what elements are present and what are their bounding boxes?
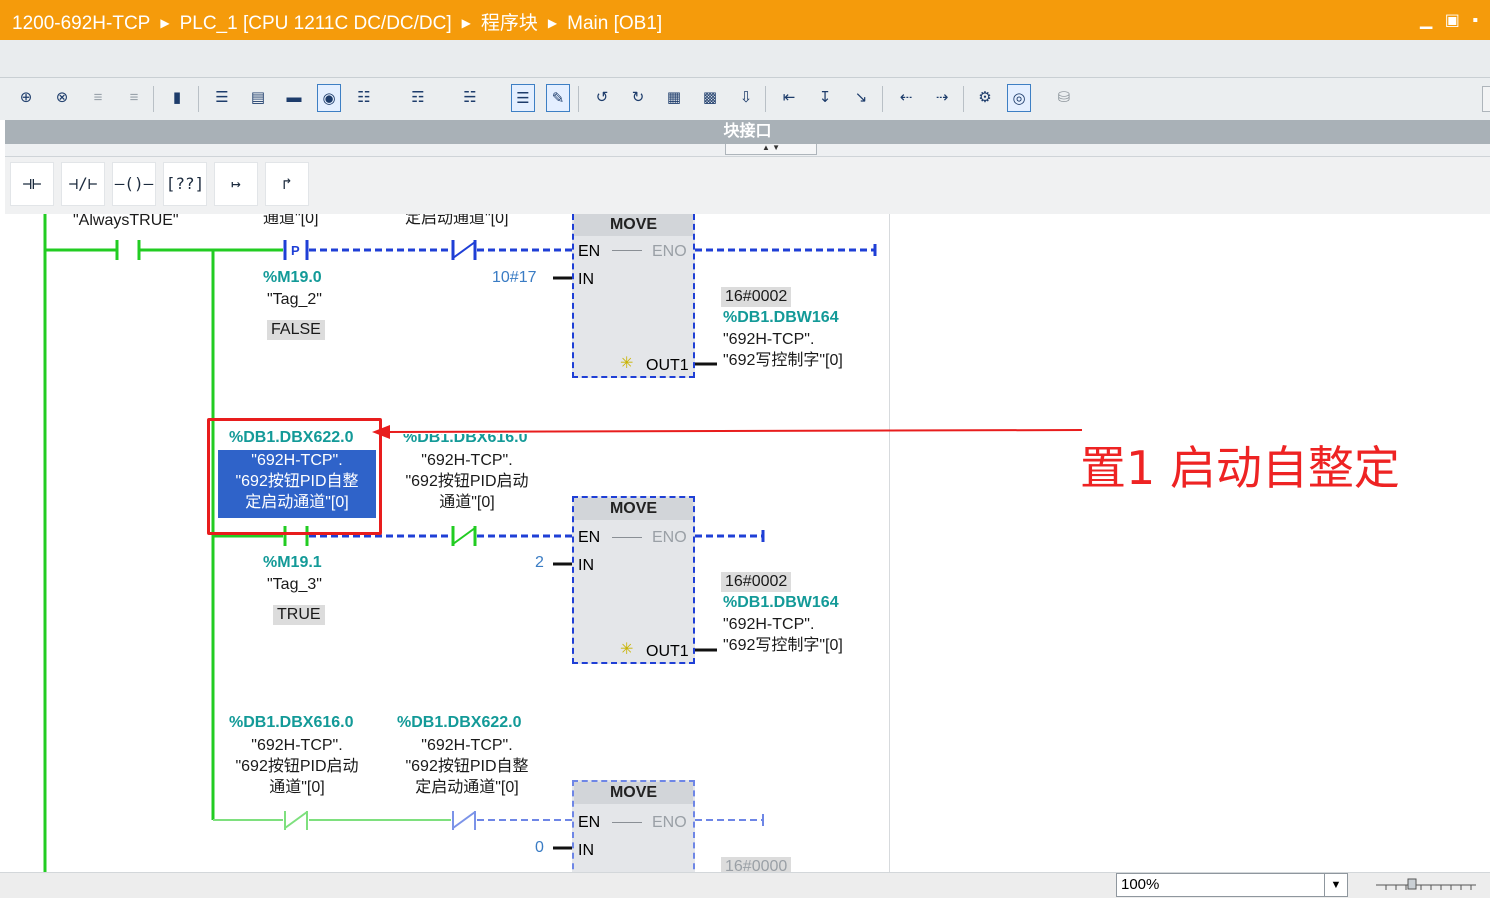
- zoom-select[interactable]: 100% ▼: [1116, 873, 1348, 897]
- zoom-value: 100%: [1121, 876, 1160, 893]
- annotation-text: 置1 启动自整定: [1080, 441, 1400, 495]
- chevron-down-icon[interactable]: ▼: [1324, 874, 1347, 896]
- zoom-slider[interactable]: [1376, 878, 1476, 892]
